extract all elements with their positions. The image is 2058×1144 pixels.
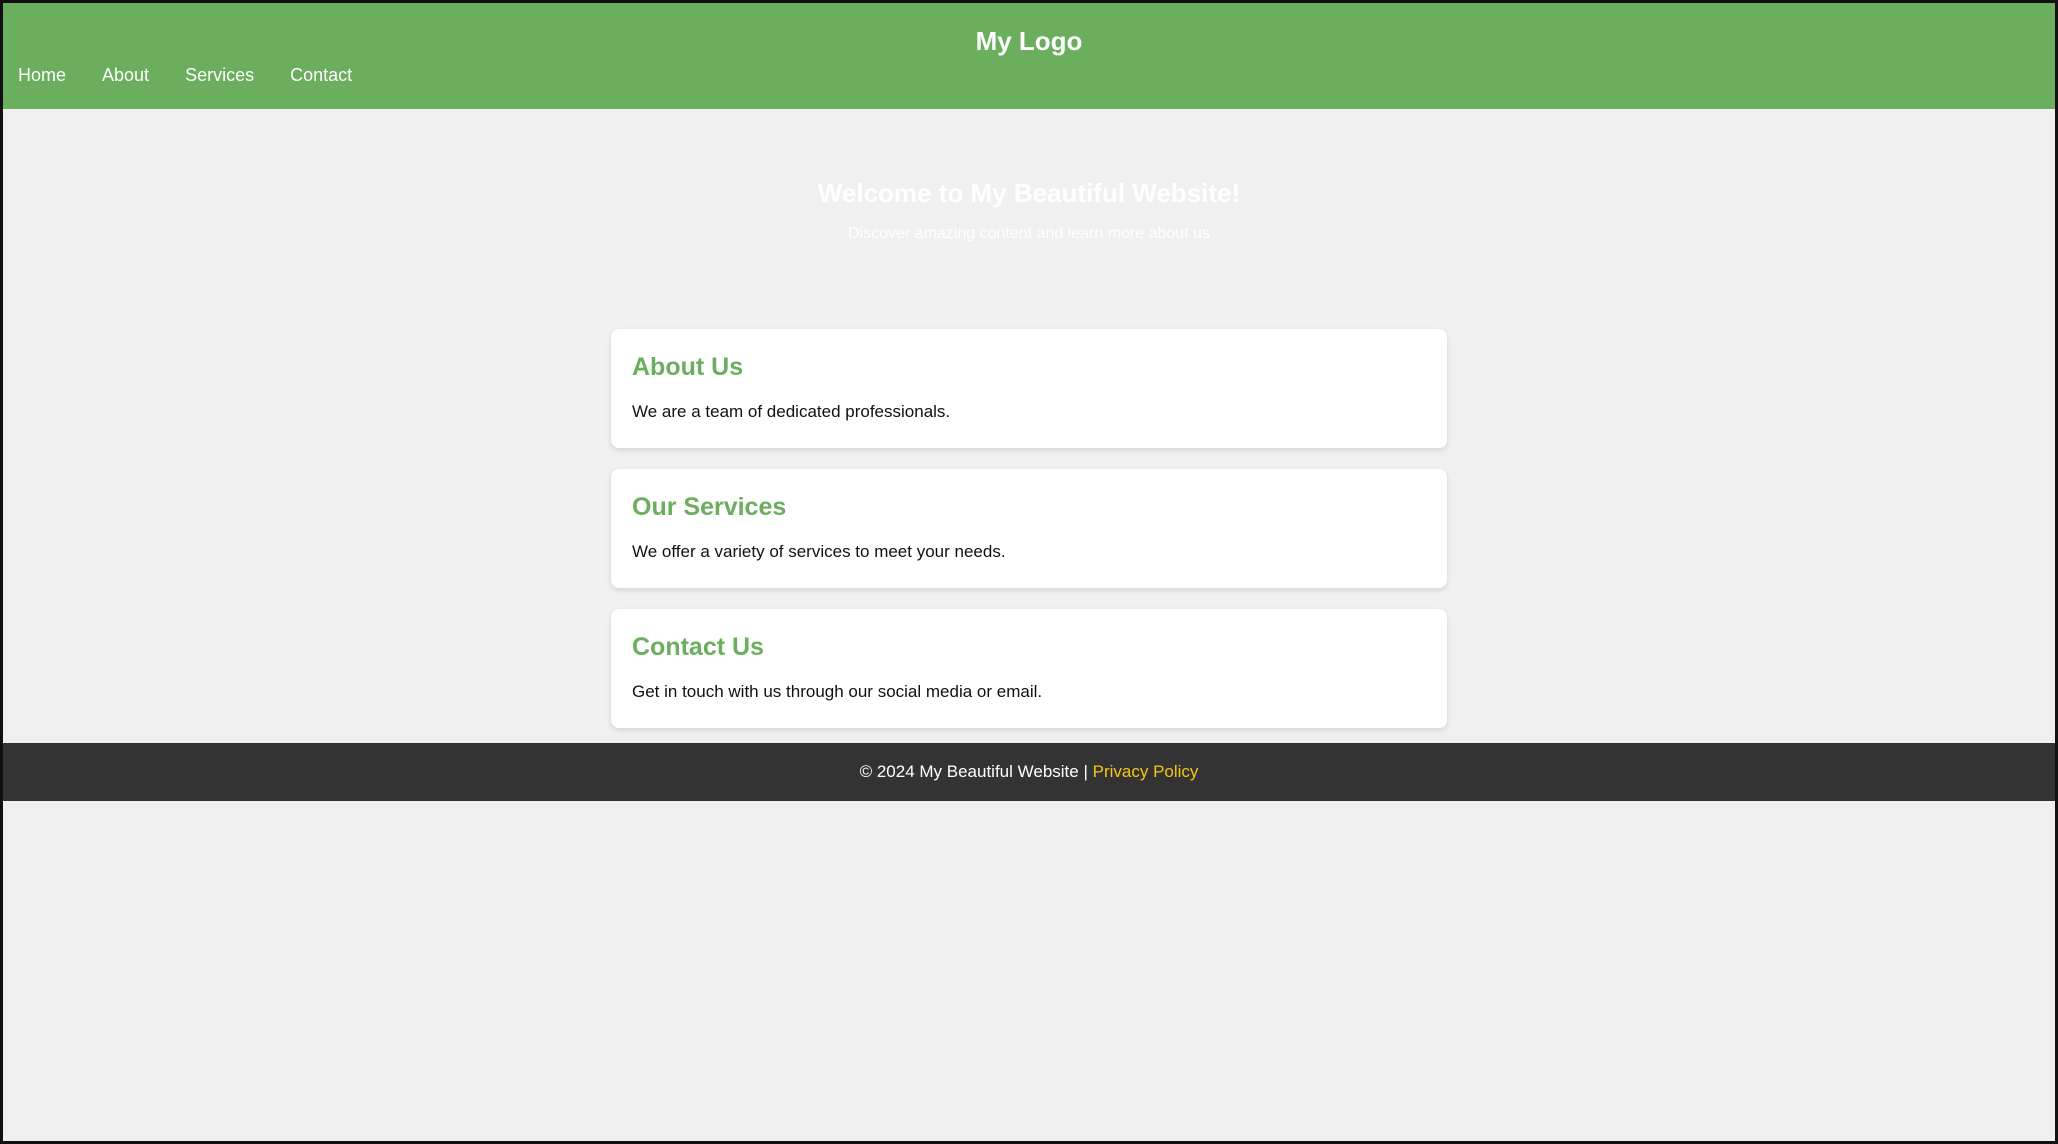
card-about-title: About Us [632, 353, 744, 381]
card-about-text: We are a team of dedicated professionals… [632, 402, 951, 421]
site-logo[interactable]: My Logo [3, 26, 2055, 57]
footer-copyright: © 2024 My Beautiful Website | [859, 762, 1093, 781]
nav-home[interactable]: Home [18, 65, 102, 86]
card-contact-text: Get in touch with us through our social … [632, 682, 1043, 701]
hero-title: Welcome to My Beautiful Website! [817, 178, 1241, 208]
main-content: About Us We are a team of dedicated prof… [611, 329, 1447, 728]
hero-subtitle: Discover amazing content and learn more … [848, 225, 1210, 242]
main-nav: Home About Services Contact [18, 65, 388, 86]
card-services-title: Our Services [632, 493, 787, 521]
card-services-text: We offer a variety of services to meet y… [632, 542, 1006, 561]
site-footer: © 2024 My Beautiful Website | Privacy Po… [3, 743, 2055, 801]
hero-section: Welcome to My Beautiful Website! Discove… [3, 109, 2055, 329]
card-contact-title: Contact Us [632, 633, 764, 661]
nav-contact[interactable]: Contact [290, 65, 388, 86]
card-about: About Us We are a team of dedicated prof… [611, 329, 1447, 448]
site-header: My Logo Home About Services Contact [3, 3, 2055, 109]
privacy-policy-link[interactable]: Privacy Policy [1093, 762, 1199, 781]
card-contact: Contact Us Get in touch with us through … [611, 609, 1447, 728]
card-services: Our Services We offer a variety of servi… [611, 469, 1447, 588]
page-frame: My Logo Home About Services Contact Welc… [0, 0, 2058, 1144]
nav-services[interactable]: Services [185, 65, 290, 86]
nav-about[interactable]: About [102, 65, 185, 86]
